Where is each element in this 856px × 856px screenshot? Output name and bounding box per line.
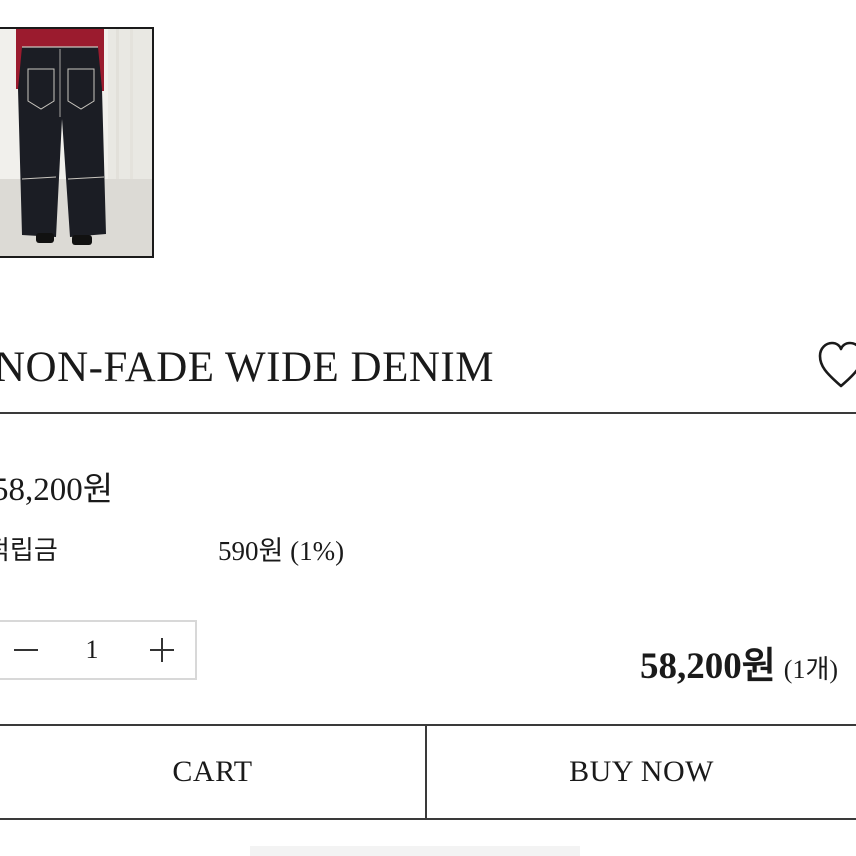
quantity-stepper bbox=[0, 620, 197, 680]
decrease-quantity-button[interactable] bbox=[0, 622, 56, 678]
total-price: 58,200원 bbox=[640, 646, 776, 687]
points-label: 적립금 bbox=[0, 536, 58, 566]
heart-icon[interactable] bbox=[818, 338, 856, 392]
product-title: NON-FADE WIDE DENIM bbox=[0, 344, 494, 391]
product-thumbnail[interactable] bbox=[0, 27, 154, 258]
title-divider bbox=[0, 412, 856, 414]
quantity-input[interactable] bbox=[62, 632, 122, 668]
cart-button[interactable]: CART bbox=[0, 726, 427, 820]
total-count: (1개) bbox=[783, 655, 839, 684]
increase-quantity-button[interactable] bbox=[132, 622, 192, 678]
product-photo bbox=[0, 29, 152, 256]
product-detail-page: NON-FADE WIDE DENIM 58,200원 적립금 590원 (1%… bbox=[0, 0, 856, 856]
points-value: 590원 (1%) bbox=[218, 536, 345, 566]
buy-now-button[interactable]: BUY NOW bbox=[427, 726, 856, 820]
product-price: 58,200원 bbox=[0, 472, 114, 508]
below-fold-hint bbox=[250, 846, 580, 856]
total-price-block: 58,200원 (1개) bbox=[640, 644, 838, 697]
